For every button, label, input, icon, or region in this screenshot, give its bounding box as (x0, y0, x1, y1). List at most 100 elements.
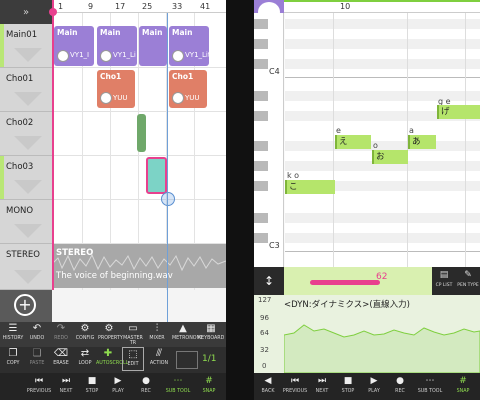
config-button[interactable]: ⚙ CONFIG (74, 322, 96, 346)
note-grid[interactable] (285, 13, 480, 267)
track-header-cho03[interactable]: Cho03 (0, 156, 52, 200)
vocal-part[interactable]: Main VY1_I (54, 26, 94, 66)
master-track-button[interactable]: ▭ MASTER TR (122, 322, 144, 346)
piano-keyboard[interactable]: C4 C3 (254, 13, 284, 267)
note-phoneme: k o (287, 171, 300, 180)
playhead[interactable] (52, 0, 54, 290)
note[interactable]: げ (437, 105, 480, 119)
track-collapse-icon[interactable] (14, 180, 42, 194)
stop-button[interactable]: ■ STOP (336, 373, 360, 400)
track-collapse-icon[interactable] (14, 136, 42, 150)
black-key[interactable] (254, 213, 268, 223)
drag-handle[interactable] (161, 192, 175, 206)
undo-button[interactable]: ↶ UNDO (26, 322, 48, 346)
audio-part[interactable]: STEREO The voice of beginning.wav (52, 244, 226, 288)
sub-tool-button[interactable]: ⋯ SUB TOOL (414, 373, 446, 400)
copy-button[interactable]: ❐ COPY (2, 347, 24, 371)
note[interactable]: あ (408, 135, 436, 149)
stop-icon: ■ (87, 376, 97, 386)
track-collapse-icon[interactable] (14, 92, 42, 106)
metronome-button[interactable]: ▲ METRONOME (172, 322, 204, 346)
black-key[interactable] (254, 233, 268, 243)
rec-button[interactable]: ● REC (388, 373, 412, 400)
previous-button[interactable]: ⏮ PREVIOUS (282, 373, 308, 400)
black-key[interactable] (254, 161, 268, 171)
play-button[interactable]: ▶ PLAY (362, 373, 386, 400)
keyboard-button[interactable]: ▦ KEYBOARD (198, 322, 224, 346)
vocal-part[interactable]: Main VY1_Li (97, 26, 137, 66)
vocal-part[interactable]: Cho1 YUU (97, 70, 135, 108)
axis-label: 32 (260, 346, 269, 354)
note[interactable]: お (372, 150, 408, 164)
value-slider[interactable]: 62 (284, 267, 432, 295)
timeline-ruler[interactable]: 1 9 17 25 33 41 (52, 0, 226, 13)
collapse-button[interactable]: » (0, 0, 52, 24)
button-label: CONFIG (75, 336, 95, 341)
slider-track[interactable] (310, 280, 380, 285)
edit-icon: ⬚ (128, 349, 138, 360)
back-button[interactable]: ◀ BACK (256, 373, 280, 400)
history-button[interactable]: ☰ HISTORY (2, 322, 24, 346)
snap-button[interactable]: # SNAP (196, 373, 222, 400)
black-key[interactable] (254, 111, 268, 121)
property-button[interactable]: ⚙ PROPERTY (98, 322, 123, 346)
next-button[interactable]: ⏭ NEXT (54, 373, 78, 400)
note[interactable]: こ (285, 180, 335, 194)
previous-button[interactable]: ⏮ PREVIOUS (26, 373, 52, 400)
expand-control-button[interactable]: ↕ (254, 267, 284, 295)
redo-button[interactable]: ↷ REDO (50, 322, 72, 346)
control-track-panel[interactable]: ↕ 62 ▤ CP LIST ✎ PEN TYPE <DYN:ダイナミクス>(直線入… (254, 267, 480, 373)
ruler-label: 1 (58, 2, 64, 11)
black-key[interactable] (254, 91, 268, 101)
mixer-button[interactable]: ⫶ MIXER (146, 322, 168, 346)
track-header-main01[interactable]: Main01 (0, 24, 52, 68)
track-header-cho01[interactable]: Cho01 (0, 68, 52, 112)
track-collapse-icon[interactable] (14, 270, 42, 284)
autoscroll-button[interactable]: ✚ AUTOSCROLL (96, 347, 128, 371)
note-lyric: げ (441, 107, 450, 117)
quantize-value[interactable]: 1/1 (202, 354, 216, 364)
track-collapse-icon[interactable] (14, 224, 42, 238)
erase-button[interactable]: ⌫ ERASE (50, 347, 72, 371)
stop-button[interactable]: ■ STOP (80, 373, 104, 400)
note-lyric: あ (412, 137, 421, 147)
track-lane-mono[interactable] (52, 200, 226, 244)
add-track-button[interactable]: + (14, 294, 36, 316)
vocal-part-selected[interactable] (146, 157, 167, 194)
track-header-cho02[interactable]: Cho02 (0, 112, 52, 156)
note[interactable]: え (335, 135, 371, 149)
vocal-part[interactable]: Main (139, 26, 167, 66)
erase-icon: ⌫ (53, 348, 69, 359)
track-collapse-icon[interactable] (14, 48, 42, 62)
rec-button[interactable]: ● REC (134, 373, 158, 400)
paste-button[interactable]: ❏ PASTE (26, 347, 48, 371)
snap-button[interactable]: # SNAP (450, 373, 476, 400)
history-icon: ☰ (8, 323, 18, 334)
quantize-grid-icon[interactable] (176, 351, 198, 369)
redo-icon: ↷ (56, 323, 66, 334)
paste-icon: ❏ (32, 348, 42, 359)
track-lane-cho03[interactable] (52, 156, 226, 200)
black-key[interactable] (254, 19, 268, 29)
black-key[interactable] (254, 39, 268, 49)
track-header-stereo[interactable]: STEREO (0, 244, 52, 290)
vocal-part[interactable]: Main VY1_Lite (169, 26, 209, 66)
edit-button[interactable]: ⬚ EDIT (122, 347, 144, 371)
vocal-part[interactable]: Cho1 YUU (169, 70, 207, 108)
action-button[interactable]: ⫻ ACTION (148, 347, 170, 371)
playhead-knob[interactable] (49, 8, 57, 16)
vocal-part[interactable] (137, 114, 146, 152)
black-key[interactable] (254, 59, 268, 69)
action-icon: ⫻ (156, 348, 162, 359)
dynamics-curve[interactable] (284, 295, 480, 373)
black-key[interactable] (254, 141, 268, 151)
button-label: COPY (6, 361, 20, 366)
play-button[interactable]: ▶ PLAY (106, 373, 130, 400)
sub-tool-button[interactable]: ⋯ SUB TOOL (162, 373, 194, 400)
black-key[interactable] (254, 181, 268, 191)
cp-list-button[interactable]: ▤ CP LIST (432, 267, 456, 295)
next-button[interactable]: ⏭ NEXT (310, 373, 334, 400)
loop-button[interactable]: ⇄ LOOP (74, 347, 96, 371)
pen-type-button[interactable]: ✎ PEN TYPE (456, 267, 480, 295)
track-header-mono[interactable]: MONO (0, 200, 52, 244)
